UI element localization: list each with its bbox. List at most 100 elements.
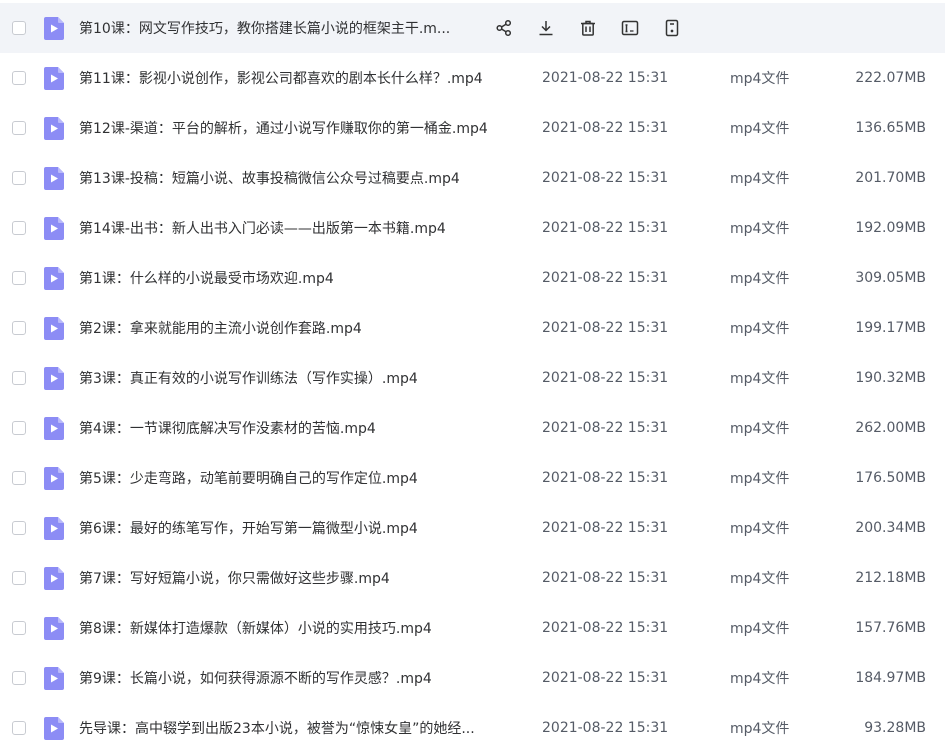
file-row[interactable]: 第7课：写好短篇小说，你只需做好这些步骤.mp4 2021-08-22 15:31… bbox=[0, 553, 945, 603]
file-date: 2021-08-22 15:31 bbox=[542, 420, 669, 436]
trash-icon[interactable] bbox=[578, 18, 598, 38]
file-date: 2021-08-22 15:31 bbox=[542, 220, 669, 236]
file-date: 2021-08-22 15:31 bbox=[542, 70, 669, 86]
file-row[interactable]: 第2课：拿来就能用的主流小说创作套路.mp4 2021-08-22 15:31 mp… bbox=[0, 303, 945, 353]
row-checkbox[interactable] bbox=[12, 521, 26, 535]
file-row[interactable]: 第8课：新媒体打造爆款（新媒体）小说的实用技巧.mp4 2021-08-22 15… bbox=[0, 603, 945, 653]
file-row[interactable]: 第14课-出书：新人出书入门必读——出版第一本书籍.mp4 2021-08-22 … bbox=[0, 203, 945, 253]
file-size: 212.18MB bbox=[855, 570, 926, 586]
file-row[interactable]: 第3课：真正有效的小说写作训练法（写作实操）.mp4 2021-08-22 15:… bbox=[0, 353, 945, 403]
file-row[interactable]: 先导课：高中辍学到出版23本小说，被誉为“惊悚女皇”的她经... 2021-08-… bbox=[0, 703, 945, 743]
file-row[interactable]: 第4课：一节课彻底解决写作没素材的苦恼.mp4 2021-08-22 15:31 m… bbox=[0, 403, 945, 453]
file-type: mp4文件 bbox=[730, 521, 790, 537]
row-checkbox[interactable] bbox=[12, 271, 26, 285]
file-name[interactable]: 第5课：少走弯路，动笔前要明确自己的写作定位.mp4 bbox=[79, 468, 418, 488]
row-actions bbox=[494, 18, 704, 38]
row-checkbox[interactable] bbox=[12, 421, 26, 435]
row-checkbox[interactable] bbox=[12, 221, 26, 235]
row-checkbox[interactable] bbox=[12, 721, 26, 735]
file-size: 190.32MB bbox=[855, 370, 926, 386]
video-file-icon bbox=[44, 616, 64, 640]
file-row[interactable]: 第12课-渠道：平台的解析，通过小说写作赚取你的第一桶金.mp4 2021-08-… bbox=[0, 103, 945, 153]
file-type: mp4文件 bbox=[730, 121, 790, 137]
row-checkbox[interactable] bbox=[12, 671, 26, 685]
file-date: 2021-08-22 15:31 bbox=[542, 520, 669, 536]
row-checkbox[interactable] bbox=[12, 121, 26, 135]
file-date: 2021-08-22 15:31 bbox=[542, 720, 669, 736]
file-row[interactable]: 第10课：网文写作技巧，教你搭建长篇小说的框架主干.m... bbox=[0, 3, 945, 53]
file-name[interactable]: 第3课：真正有效的小说写作训练法（写作实操）.mp4 bbox=[79, 368, 418, 388]
file-size: 309.05MB bbox=[855, 270, 926, 286]
file-name[interactable]: 第4课：一节课彻底解决写作没素材的苦恼.mp4 bbox=[79, 418, 376, 438]
file-list: 第10课：网文写作技巧，教你搭建长篇小说的框架主干.m... 第11课：影视小说创… bbox=[0, 0, 945, 743]
file-name[interactable]: 先导课：高中辍学到出版23本小说，被誉为“惊悚女皇”的她经... bbox=[79, 718, 475, 738]
file-type: mp4文件 bbox=[730, 671, 790, 687]
video-file-icon bbox=[44, 16, 64, 40]
file-size: 157.76MB bbox=[855, 620, 926, 636]
file-date: 2021-08-22 15:31 bbox=[542, 320, 669, 336]
share-icon[interactable] bbox=[494, 18, 514, 38]
video-file-icon bbox=[44, 316, 64, 340]
file-size: 262.00MB bbox=[855, 420, 926, 436]
file-name[interactable]: 第9课：长篇小说，如何获得源源不断的写作灵感？.mp4 bbox=[79, 668, 432, 688]
file-type: mp4文件 bbox=[730, 571, 790, 587]
file-type: mp4文件 bbox=[730, 721, 790, 737]
file-date: 2021-08-22 15:31 bbox=[542, 670, 669, 686]
row-checkbox[interactable] bbox=[12, 321, 26, 335]
file-size: 184.97MB bbox=[855, 670, 926, 686]
file-name[interactable]: 第6课：最好的练笔写作，开始写第一篇微型小说.mp4 bbox=[79, 518, 418, 538]
file-date: 2021-08-22 15:31 bbox=[542, 470, 669, 486]
file-row[interactable]: 第1课：什么样的小说最受市场欢迎.mp4 2021-08-22 15:31 mp4文… bbox=[0, 253, 945, 303]
video-file-icon bbox=[44, 416, 64, 440]
file-type: mp4文件 bbox=[730, 471, 790, 487]
file-size: 199.17MB bbox=[855, 320, 926, 336]
file-size: 93.28MB bbox=[864, 720, 926, 736]
file-type: mp4文件 bbox=[730, 321, 790, 337]
file-row[interactable]: 第5课：少走弯路，动笔前要明确自己的写作定位.mp4 2021-08-22 15:… bbox=[0, 453, 945, 503]
file-name[interactable]: 第14课-出书：新人出书入门必读——出版第一本书籍.mp4 bbox=[79, 218, 446, 238]
video-file-icon bbox=[44, 716, 64, 740]
file-type: mp4文件 bbox=[730, 221, 790, 237]
file-name[interactable]: 第7课：写好短篇小说，你只需做好这些步骤.mp4 bbox=[79, 568, 390, 588]
file-type: mp4文件 bbox=[730, 421, 790, 437]
file-row[interactable]: 第13课-投稿：短篇小说、故事投稿微信公众号过稿要点.mp4 2021-08-22… bbox=[0, 153, 945, 203]
file-name[interactable]: 第13课-投稿：短篇小说、故事投稿微信公众号过稿要点.mp4 bbox=[79, 168, 460, 188]
row-checkbox[interactable] bbox=[12, 71, 26, 85]
row-checkbox[interactable] bbox=[12, 471, 26, 485]
file-name[interactable]: 第2课：拿来就能用的主流小说创作套路.mp4 bbox=[79, 318, 362, 338]
file-row[interactable]: 第6课：最好的练笔写作，开始写第一篇微型小说.mp4 2021-08-22 15:… bbox=[0, 503, 945, 553]
file-size: 200.34MB bbox=[855, 520, 926, 536]
video-file-icon bbox=[44, 666, 64, 690]
row-checkbox[interactable] bbox=[12, 21, 26, 35]
file-type: mp4文件 bbox=[730, 621, 790, 637]
more-icon[interactable] bbox=[662, 18, 682, 38]
file-size: 201.70MB bbox=[855, 170, 926, 186]
row-checkbox[interactable] bbox=[12, 171, 26, 185]
file-name[interactable]: 第8课：新媒体打造爆款（新媒体）小说的实用技巧.mp4 bbox=[79, 618, 432, 638]
file-date: 2021-08-22 15:31 bbox=[542, 570, 669, 586]
video-file-icon bbox=[44, 466, 64, 490]
file-type: mp4文件 bbox=[730, 171, 790, 187]
file-name[interactable]: 第12课-渠道：平台的解析，通过小说写作赚取你的第一桶金.mp4 bbox=[79, 118, 488, 138]
file-date: 2021-08-22 15:31 bbox=[542, 170, 669, 186]
file-size: 136.65MB bbox=[855, 120, 926, 136]
file-type: mp4文件 bbox=[730, 71, 790, 87]
file-name[interactable]: 第11课：影视小说创作，影视公司都喜欢的剧本长什么样？.mp4 bbox=[79, 68, 483, 88]
rename-icon[interactable] bbox=[620, 18, 640, 38]
video-file-icon bbox=[44, 566, 64, 590]
file-date: 2021-08-22 15:31 bbox=[542, 620, 669, 636]
file-name[interactable]: 第10课：网文写作技巧，教你搭建长篇小说的框架主干.m... bbox=[79, 18, 450, 38]
file-size: 176.50MB bbox=[855, 470, 926, 486]
download-icon[interactable] bbox=[536, 18, 556, 38]
file-type: mp4文件 bbox=[730, 371, 790, 387]
row-checkbox[interactable] bbox=[12, 621, 26, 635]
row-checkbox[interactable] bbox=[12, 371, 26, 385]
file-row[interactable]: 第9课：长篇小说，如何获得源源不断的写作灵感？.mp4 2021-08-22 15… bbox=[0, 653, 945, 703]
file-size: 192.09MB bbox=[855, 220, 926, 236]
file-row[interactable]: 第11课：影视小说创作，影视公司都喜欢的剧本长什么样？.mp4 2021-08-2… bbox=[0, 53, 945, 103]
row-checkbox[interactable] bbox=[12, 571, 26, 585]
file-date: 2021-08-22 15:31 bbox=[542, 120, 669, 136]
video-file-icon bbox=[44, 516, 64, 540]
file-name[interactable]: 第1课：什么样的小说最受市场欢迎.mp4 bbox=[79, 268, 334, 288]
file-type: mp4文件 bbox=[730, 271, 790, 287]
